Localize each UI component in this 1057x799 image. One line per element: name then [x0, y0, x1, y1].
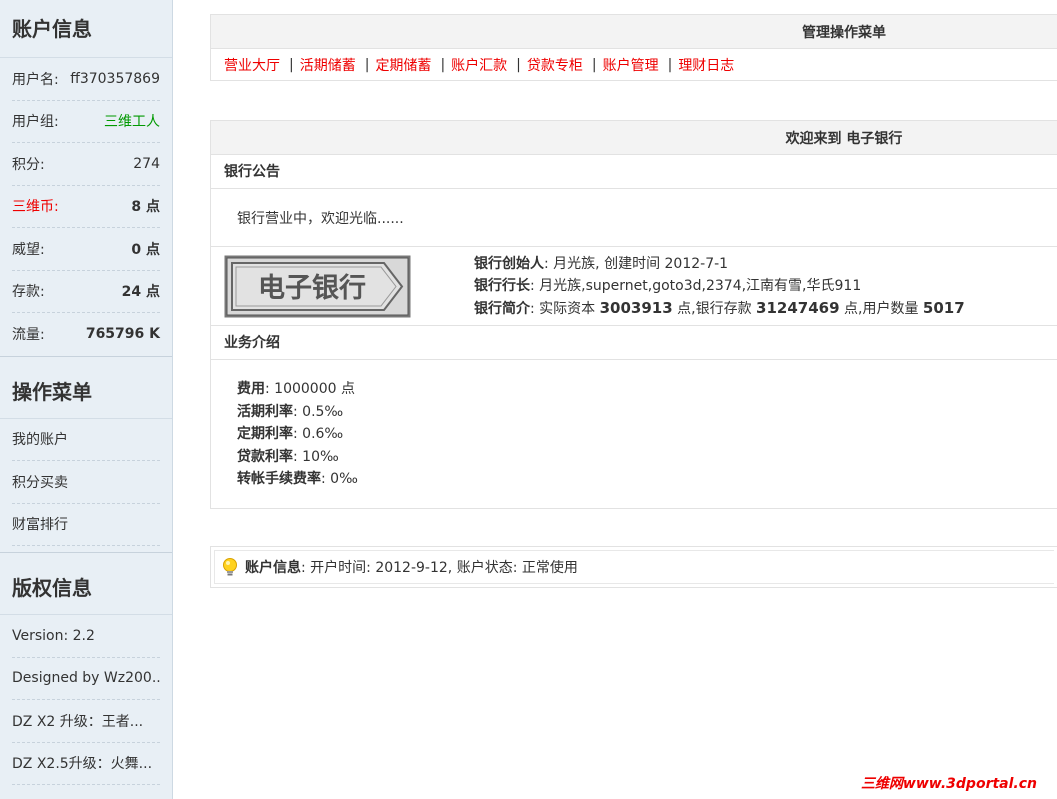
points-row: 积分: 274	[12, 143, 160, 186]
biz-fixed-rate: 定期利率: 0.6‰	[237, 423, 1057, 446]
sidebar-item-my-account[interactable]: 我的账户	[12, 419, 160, 461]
bank-logo-text: 电子银行	[258, 272, 366, 304]
intro-line: 银行简介: 实际资本 3003913 点,银行存款 31247469 点,用户数…	[474, 297, 965, 320]
biz-loan-rate-value: : 10‰	[293, 448, 339, 465]
traffic-label: 流量:	[12, 327, 45, 344]
founder-label: 银行创始人	[474, 255, 544, 272]
account-title: 账户信息	[0, 0, 172, 58]
welcome-title: 欢迎来到 电子银行	[211, 121, 1057, 155]
coins-row: 三维币: 8 点	[12, 186, 160, 228]
traffic-value: 765796 K	[85, 326, 160, 343]
biz-transfer-fee-value: : 0‰	[321, 471, 358, 487]
username-label: 用户名:	[12, 71, 59, 88]
lightbulb-icon	[223, 558, 237, 576]
deposit-row: 存款: 24 点	[12, 271, 160, 313]
menu-separator: |	[289, 57, 294, 73]
menu-separator: |	[591, 57, 597, 73]
deposits-value: 31247469	[756, 298, 840, 317]
biz-demand-rate-label: 活期利率	[237, 403, 293, 420]
bank-logo: 电子银行	[224, 255, 411, 318]
copyright-version: Version: 2.2	[12, 615, 160, 658]
coins-value: 8 点	[131, 199, 160, 216]
copyright-section: 版权信息 Version: 2.2 Designed by Wz200... D…	[0, 553, 172, 785]
biz-heading: 业务介绍	[211, 326, 1057, 360]
founder-line: 银行创始人: 月光族, 创建时间 2012-7-1	[474, 253, 965, 275]
prestige-label: 威望:	[12, 241, 45, 258]
biz-fixed-rate-label: 定期利率	[237, 426, 293, 442]
manage-menu-panel: 管理操作菜单 营业大厅 | 活期储蓄 | 定期储蓄 | 账户汇款 | 贷款专柜 …	[210, 14, 1057, 81]
ops-menu-title: 操作菜单	[0, 357, 172, 419]
traffic-row: 流量: 765796 K	[12, 313, 160, 356]
prestige-value: 0 点	[131, 241, 160, 258]
bank-info-row: 电子银行 银行创始人: 月光族, 创建时间 2012-7-1 银行行长: 月光族…	[211, 247, 1057, 326]
menu-link-fixed-savings[interactable]: 定期储蓄	[375, 55, 431, 75]
points-value: 274	[133, 155, 160, 172]
notice-text: 银行营业中，欢迎光临......	[211, 189, 1057, 247]
biz-loan-rate-label: 贷款利率	[237, 448, 293, 465]
manage-menu-links: 营业大厅 | 活期储蓄 | 定期储蓄 | 账户汇款 | 贷款专柜 | 账户管理 …	[211, 49, 1057, 81]
status-label: 账户信息	[245, 560, 301, 576]
deposit-value: 24 点	[121, 284, 160, 301]
intro-mid2: 点,用户数量	[839, 300, 923, 317]
manage-menu-title: 管理操作菜单	[211, 15, 1057, 49]
points-label: 积分:	[12, 156, 45, 173]
biz-loan-rate: 贷款利率: 10‰	[237, 446, 1057, 469]
president-line: 银行行长: 月光族,supernet,goto3d,2374,江南有雪,华氏91…	[474, 275, 965, 297]
sidebar: 账户信息 用户名: ff370357869 用户组: 三维工人 积分: 274 …	[0, 0, 173, 799]
biz-transfer-fee-label: 转帐手续费率	[237, 471, 321, 487]
menu-separator: |	[440, 57, 446, 73]
president-label: 银行行长	[474, 277, 530, 294]
welcome-panel: 欢迎来到 电子银行 银行公告 银行营业中，欢迎光临...... 电子银行 银行创…	[210, 120, 1057, 509]
menu-link-lobby[interactable]: 营业大厅	[224, 55, 280, 75]
founder-value: : 月光族, 创建时间 2012-7-1	[544, 255, 729, 272]
biz-fee-label: 费用	[237, 381, 265, 397]
coins-label: 三维币:	[12, 199, 59, 216]
president-value: : 月光族,supernet,goto3d,2374,江南有雪,华氏911	[530, 277, 862, 294]
sidebar-item-points-trade[interactable]: 积分买卖	[12, 461, 160, 504]
account-status-inner: 账户信息 : 开户时间: 2012-9-12, 账户状态: 正常使用	[214, 550, 1054, 584]
usergroup-value[interactable]: 三维工人	[104, 111, 160, 131]
intro-label: 银行简介	[474, 300, 530, 317]
biz-demand-rate: 活期利率: 0.5‰	[237, 401, 1057, 424]
sidebar-item-wealth-rank[interactable]: 财富排行	[12, 504, 160, 546]
menu-separator: |	[667, 57, 673, 73]
account-section: 账户信息 用户名: ff370357869 用户组: 三维工人 积分: 274 …	[0, 0, 172, 356]
menu-link-account-mgmt[interactable]: 账户管理	[603, 55, 659, 75]
biz-list: 费用: 1000000 点 活期利率: 0.5‰ 定期利率: 0.6‰ 贷款利率…	[211, 360, 1057, 509]
status-value: : 开户时间: 2012-9-12, 账户状态: 正常使用	[301, 560, 578, 576]
intro-prefix: : 实际资本	[530, 300, 600, 317]
menu-separator: |	[516, 57, 521, 73]
copyright-dzx2[interactable]: DZ X2 升级：王者...	[12, 700, 160, 743]
username-row: 用户名: ff370357869	[12, 58, 160, 101]
biz-fixed-rate-value: : 0.6‰	[293, 426, 344, 442]
copyright-title: 版权信息	[0, 553, 172, 615]
ops-menu-section: 操作菜单 我的账户 积分买卖 财富排行	[0, 357, 172, 546]
users-value: 5017	[922, 298, 965, 317]
bank-details: 银行创始人: 月光族, 创建时间 2012-7-1 银行行长: 月光族,supe…	[474, 253, 965, 320]
menu-link-loans[interactable]: 贷款专柜	[527, 55, 583, 75]
account-status-bar: 账户信息 : 开户时间: 2012-9-12, 账户状态: 正常使用	[210, 546, 1057, 588]
menu-separator: |	[364, 57, 370, 73]
biz-demand-rate-value: : 0.5‰	[293, 403, 344, 420]
copyright-designer[interactable]: Designed by Wz200...	[12, 658, 160, 700]
usergroup-label: 用户组:	[12, 114, 59, 131]
site-watermark: 三维网www.3dportal.cn	[860, 776, 1037, 792]
biz-transfer-fee: 转帐手续费率: 0‰	[237, 468, 1057, 491]
intro-mid: 点,银行存款	[672, 300, 757, 317]
usergroup-row: 用户组: 三维工人	[12, 101, 160, 143]
notice-heading: 银行公告	[211, 155, 1057, 189]
prestige-row: 威望: 0 点	[12, 228, 160, 271]
username-value: ff370357869	[70, 70, 160, 87]
menu-link-remittance[interactable]: 账户汇款	[451, 55, 507, 75]
deposit-label: 存款:	[12, 284, 45, 301]
menu-link-demand-savings[interactable]: 活期储蓄	[300, 55, 356, 75]
capital-value: 3003913	[599, 298, 673, 317]
copyright-dzx25[interactable]: DZ X2.5升级：火舞...	[12, 743, 160, 785]
menu-link-finance-log[interactable]: 理财日志	[678, 55, 734, 75]
biz-fee: 费用: 1000000 点	[237, 378, 1057, 401]
biz-fee-value: : 1000000 点	[265, 381, 355, 397]
